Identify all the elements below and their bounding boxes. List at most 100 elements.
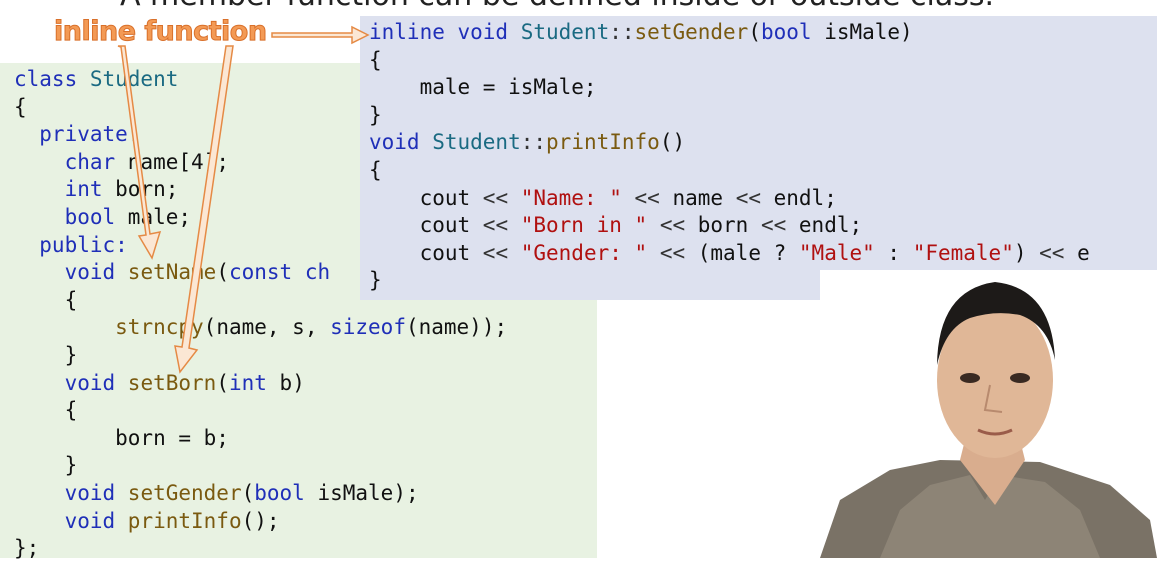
code-token: born = b;	[14, 425, 229, 450]
code-token: int	[228, 370, 280, 395]
code-token: born;	[115, 177, 179, 202]
code-token: bool	[760, 20, 825, 44]
code-token: void	[14, 508, 128, 533]
code-token: private:	[14, 122, 141, 147]
code-token: (	[216, 370, 229, 395]
code-token: cout	[369, 185, 483, 210]
code-line: male = isMale;	[369, 74, 1090, 102]
code-line: {	[369, 47, 1090, 75]
code-token: )	[1013, 240, 1040, 265]
code-token: name[	[127, 149, 192, 174]
code-token: {	[14, 398, 78, 423]
outside-definition-code: inline void Student::setGender(bool isMa…	[369, 19, 1090, 295]
code-token: cout	[369, 240, 483, 265]
code-token: printInfo	[127, 508, 242, 533]
code-token: const ch	[228, 260, 331, 285]
code-token: ::	[609, 20, 635, 44]
code-token: e	[1077, 240, 1090, 265]
code-token: born	[697, 213, 761, 238]
code-token: ];	[203, 149, 229, 174]
code-token: printInfo	[546, 130, 660, 155]
code-token: void	[369, 130, 433, 155]
code-token: setGender	[127, 480, 242, 505]
code-line: cout << "Born in " << born << endl;	[369, 212, 1090, 240]
code-token: <<	[647, 213, 698, 238]
code-line: strncpy(name, s, sizeof(name));	[14, 314, 507, 342]
code-token: endl;	[773, 185, 837, 210]
code-line: }	[14, 342, 507, 370]
code-token: (	[241, 480, 255, 505]
code-token: void	[14, 480, 128, 505]
code-token: <<	[621, 185, 673, 210]
code-token: :	[874, 240, 913, 265]
code-line: born = b;	[14, 425, 507, 453]
code-token: setGender	[634, 20, 749, 44]
code-token: Student	[432, 130, 521, 155]
code-token: {	[369, 157, 382, 182]
code-line: };	[14, 535, 507, 563]
code-token: {	[369, 47, 382, 72]
code-token: male;	[127, 204, 192, 229]
code-token: };	[14, 536, 40, 561]
code-token: void	[14, 370, 128, 395]
code-line: cout << "Name: " << name << endl;	[369, 185, 1090, 213]
presenter-video	[820, 270, 1157, 558]
code-token: }	[369, 268, 382, 293]
code-line: {	[14, 397, 507, 425]
code-token: <<	[1039, 240, 1078, 265]
code-line: void Student::printInfo()	[369, 129, 1090, 157]
code-token: inline void	[369, 20, 521, 44]
code-token: char	[14, 149, 128, 174]
code-token: endl;	[798, 213, 863, 238]
code-token: b)	[279, 370, 305, 395]
code-line: void setBorn(int b)	[14, 370, 507, 398]
code-token: isMale);	[317, 480, 419, 505]
code-token: }	[14, 453, 78, 478]
code-token: "Female"	[912, 240, 1014, 265]
code-token: "Male"	[798, 240, 875, 265]
code-token: bool	[14, 204, 128, 229]
code-token: <<	[760, 213, 799, 238]
code-token: }	[14, 342, 78, 367]
code-token: <<	[482, 213, 521, 238]
slide-title: A member function can be defined inside …	[120, 0, 994, 13]
code-line: void printInfo();	[14, 508, 507, 536]
code-line: void setGender(bool isMale);	[14, 480, 507, 508]
code-token: cout	[369, 213, 483, 238]
code-token: <<	[482, 240, 521, 265]
code-token: sizeof	[330, 315, 406, 340]
arrow-to-inline-keyword	[271, 25, 370, 45]
code-token: (name));	[405, 315, 508, 340]
code-token: name	[672, 185, 736, 210]
code-token: setName	[127, 260, 217, 285]
code-token: class	[14, 67, 90, 91]
code-line: {	[369, 157, 1090, 185]
code-token: setBorn	[127, 370, 217, 395]
code-token: strncpy	[115, 315, 204, 340]
code-line: }	[14, 452, 507, 480]
code-line: inline void Student::setGender(bool isMa…	[369, 19, 1090, 47]
code-token: "Gender: "	[520, 240, 648, 265]
code-token: "Name: "	[520, 185, 622, 210]
code-token: Student	[520, 20, 610, 44]
code-token: ();	[241, 508, 280, 533]
code-token: (male ?	[697, 240, 799, 265]
code-token: ()	[659, 130, 686, 155]
code-token: }	[369, 102, 382, 127]
code-token: (name, s,	[203, 315, 331, 340]
code-token: Student	[89, 67, 179, 91]
code-line: cout << "Gender: " << (male ? "Male" : "…	[369, 240, 1090, 268]
code-token: (	[748, 20, 761, 44]
code-token: void	[14, 260, 128, 285]
code-token: male = isMale;	[369, 75, 597, 100]
code-token: "Born in "	[520, 213, 648, 238]
code-token: <<	[482, 185, 521, 210]
code-token: 4	[191, 149, 204, 174]
inline-function-label: inline function	[54, 16, 268, 48]
code-token: {	[14, 94, 27, 119]
code-line: }	[369, 102, 1090, 130]
code-token: bool	[254, 480, 318, 505]
code-token: public:	[14, 232, 128, 257]
code-token: (	[216, 260, 229, 285]
